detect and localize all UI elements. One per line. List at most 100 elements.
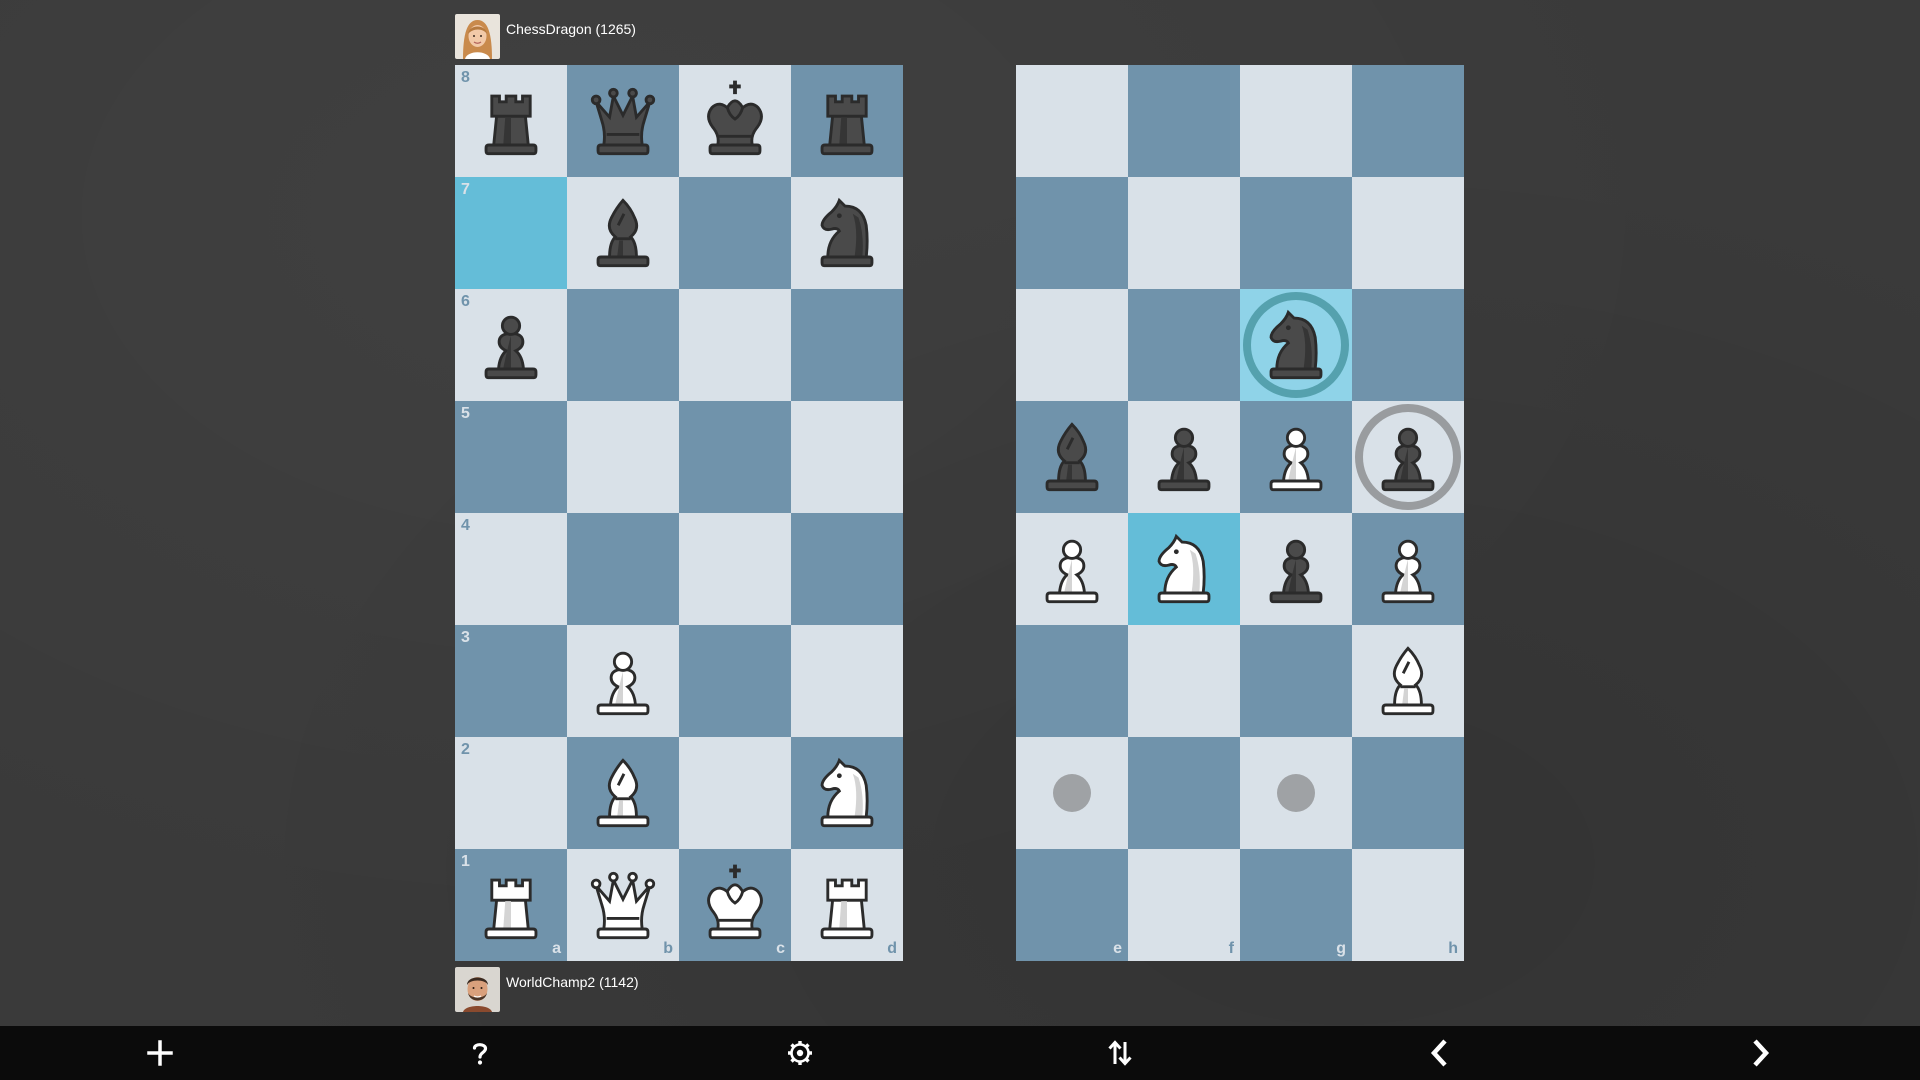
square-b7[interactable] bbox=[567, 177, 679, 289]
square-c6[interactable] bbox=[679, 289, 791, 401]
square-c7[interactable] bbox=[679, 177, 791, 289]
black-knight-g6[interactable] bbox=[1240, 289, 1352, 401]
square-f3[interactable] bbox=[1128, 625, 1240, 737]
bottom-player: WorldChamp2 (1142) bbox=[455, 967, 639, 1012]
square-f2[interactable] bbox=[1128, 737, 1240, 849]
square-f5[interactable] bbox=[1128, 401, 1240, 513]
square-h3[interactable] bbox=[1352, 625, 1464, 737]
square-c4[interactable] bbox=[679, 513, 791, 625]
square-d7[interactable] bbox=[791, 177, 903, 289]
black-rook-d8[interactable] bbox=[791, 65, 903, 177]
square-a4[interactable]: 4 bbox=[455, 513, 567, 625]
square-b6[interactable] bbox=[567, 289, 679, 401]
black-king-c8[interactable] bbox=[679, 65, 791, 177]
square-b3[interactable] bbox=[567, 625, 679, 737]
help-button[interactable] bbox=[450, 1026, 510, 1080]
square-h2[interactable] bbox=[1352, 737, 1464, 849]
square-h5[interactable] bbox=[1352, 401, 1464, 513]
square-f6[interactable] bbox=[1128, 289, 1240, 401]
square-d4[interactable] bbox=[791, 513, 903, 625]
square-a1[interactable]: 1a bbox=[455, 849, 567, 961]
white-pawn-e4[interactable] bbox=[1016, 513, 1128, 625]
square-g1[interactable]: g bbox=[1240, 849, 1352, 961]
square-f7[interactable] bbox=[1128, 177, 1240, 289]
square-d1[interactable]: d bbox=[791, 849, 903, 961]
white-pawn-b3[interactable] bbox=[567, 625, 679, 737]
square-h6[interactable] bbox=[1352, 289, 1464, 401]
new-game-button[interactable] bbox=[130, 1026, 190, 1080]
previous-move-button[interactable] bbox=[1410, 1026, 1470, 1080]
next-move-button[interactable] bbox=[1730, 1026, 1790, 1080]
settings-button[interactable] bbox=[770, 1026, 830, 1080]
white-pawn-g5[interactable] bbox=[1240, 401, 1352, 513]
board-left-half[interactable]: 8 7 6 5 4 3 2 1 a b c d bbox=[455, 65, 903, 961]
square-a5[interactable]: 5 bbox=[455, 401, 567, 513]
square-e2[interactable] bbox=[1016, 737, 1128, 849]
white-bishop-b2[interactable] bbox=[567, 737, 679, 849]
black-queen-b8[interactable] bbox=[567, 65, 679, 177]
square-h7[interactable] bbox=[1352, 177, 1464, 289]
square-g4[interactable] bbox=[1240, 513, 1352, 625]
white-rook-d1[interactable] bbox=[791, 849, 903, 961]
black-bishop-b7[interactable] bbox=[567, 177, 679, 289]
black-pawn-h5[interactable] bbox=[1352, 401, 1464, 513]
square-h4[interactable] bbox=[1352, 513, 1464, 625]
square-b5[interactable] bbox=[567, 401, 679, 513]
square-d2[interactable] bbox=[791, 737, 903, 849]
legal-move-dot[interactable] bbox=[1053, 774, 1091, 812]
square-c2[interactable] bbox=[679, 737, 791, 849]
square-g5[interactable] bbox=[1240, 401, 1352, 513]
square-b1[interactable]: b bbox=[567, 849, 679, 961]
square-e3[interactable] bbox=[1016, 625, 1128, 737]
black-pawn-a6[interactable] bbox=[455, 289, 567, 401]
white-queen-b1[interactable] bbox=[567, 849, 679, 961]
flip-board-button[interactable] bbox=[1090, 1026, 1150, 1080]
square-b8[interactable] bbox=[567, 65, 679, 177]
square-c1[interactable]: c bbox=[679, 849, 791, 961]
square-g8[interactable] bbox=[1240, 65, 1352, 177]
square-f8[interactable] bbox=[1128, 65, 1240, 177]
square-a6[interactable]: 6 bbox=[455, 289, 567, 401]
square-c5[interactable] bbox=[679, 401, 791, 513]
square-e7[interactable] bbox=[1016, 177, 1128, 289]
rank-label-3: 3 bbox=[461, 629, 470, 646]
square-d5[interactable] bbox=[791, 401, 903, 513]
black-bishop-e5[interactable] bbox=[1016, 401, 1128, 513]
white-knight-d2[interactable] bbox=[791, 737, 903, 849]
square-g3[interactable] bbox=[1240, 625, 1352, 737]
black-rook-a8[interactable] bbox=[455, 65, 567, 177]
square-b2[interactable] bbox=[567, 737, 679, 849]
square-a2[interactable]: 2 bbox=[455, 737, 567, 849]
square-h1[interactable]: h bbox=[1352, 849, 1464, 961]
square-b4[interactable] bbox=[567, 513, 679, 625]
white-rook-a1[interactable] bbox=[455, 849, 567, 961]
square-g6[interactable] bbox=[1240, 289, 1352, 401]
square-h8[interactable] bbox=[1352, 65, 1464, 177]
square-a8[interactable]: 8 bbox=[455, 65, 567, 177]
square-g2[interactable] bbox=[1240, 737, 1352, 849]
square-f1[interactable]: f bbox=[1128, 849, 1240, 961]
white-knight-f4[interactable] bbox=[1128, 513, 1240, 625]
square-e4[interactable] bbox=[1016, 513, 1128, 625]
white-pawn-h4[interactable] bbox=[1352, 513, 1464, 625]
black-pawn-g4[interactable] bbox=[1240, 513, 1352, 625]
square-f4[interactable] bbox=[1128, 513, 1240, 625]
square-e5[interactable] bbox=[1016, 401, 1128, 513]
square-c3[interactable] bbox=[679, 625, 791, 737]
square-a7[interactable]: 7 bbox=[455, 177, 567, 289]
square-e6[interactable] bbox=[1016, 289, 1128, 401]
white-bishop-h3[interactable] bbox=[1352, 625, 1464, 737]
black-pawn-f5[interactable] bbox=[1128, 401, 1240, 513]
square-e8[interactable] bbox=[1016, 65, 1128, 177]
square-c8[interactable] bbox=[679, 65, 791, 177]
square-d6[interactable] bbox=[791, 289, 903, 401]
board-right-half[interactable]: e f g h bbox=[1016, 65, 1464, 961]
square-g7[interactable] bbox=[1240, 177, 1352, 289]
square-a3[interactable]: 3 bbox=[455, 625, 567, 737]
square-d3[interactable] bbox=[791, 625, 903, 737]
black-knight-d7[interactable] bbox=[791, 177, 903, 289]
square-d8[interactable] bbox=[791, 65, 903, 177]
square-e1[interactable]: e bbox=[1016, 849, 1128, 961]
legal-move-dot[interactable] bbox=[1277, 774, 1315, 812]
white-king-c1[interactable] bbox=[679, 849, 791, 961]
